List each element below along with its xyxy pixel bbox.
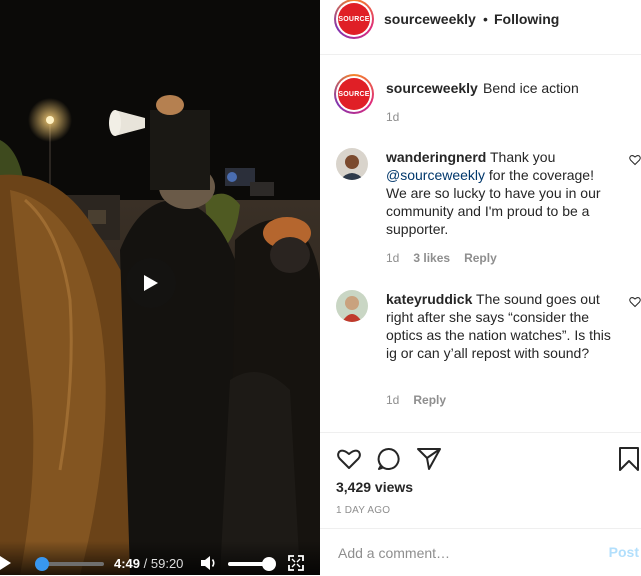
- video-progress-bar[interactable]: [34, 557, 104, 571]
- caption-username[interactable]: sourceweekly: [386, 80, 478, 96]
- avatar-logo: SOURCE: [338, 3, 370, 35]
- mention-link[interactable]: @sourceweekly: [386, 167, 485, 183]
- caption-age[interactable]: 1d: [386, 110, 399, 124]
- post-actions: 3,429 views 1 DAY AGO: [320, 432, 641, 528]
- caption-avatar[interactable]: SOURCE: [334, 74, 374, 114]
- commenter-avatar[interactable]: [336, 290, 368, 322]
- comment-username[interactable]: wanderingnerd: [386, 149, 486, 165]
- post-header: SOURCE sourceweekly • Following: [320, 0, 641, 55]
- comment-meta: 1d Reply: [386, 393, 460, 407]
- reply-button[interactable]: Reply: [413, 393, 446, 407]
- comment-age[interactable]: 1d: [386, 393, 399, 407]
- heart-icon[interactable]: [336, 446, 362, 472]
- fullscreen-icon[interactable]: [288, 555, 304, 571]
- current-time: 4:49: [114, 556, 141, 571]
- post-comment-button[interactable]: Post: [609, 544, 639, 560]
- video-controls: 4:49 / 59:20: [0, 541, 320, 575]
- comment-text: wanderingnerd Thank you @sourceweekly fo…: [386, 148, 618, 238]
- video-player[interactable]: 4:49 / 59:20: [0, 0, 320, 575]
- comment-age[interactable]: 1d: [386, 251, 399, 265]
- comment-meta: 1d 3 likes Reply: [386, 251, 511, 265]
- comment-likes[interactable]: 3 likes: [413, 251, 450, 265]
- avatar-image: [336, 290, 368, 322]
- paper-plane-icon[interactable]: [416, 446, 442, 472]
- avatar[interactable]: SOURCE: [334, 0, 374, 39]
- caption-text: Bend ice action: [483, 80, 579, 96]
- heart-icon[interactable]: [629, 296, 641, 308]
- comment-input[interactable]: [336, 541, 580, 565]
- volume-knob[interactable]: [262, 557, 276, 571]
- comment-bubble-icon[interactable]: [376, 446, 402, 472]
- play-icon[interactable]: [0, 555, 12, 571]
- total-time: 59:20: [150, 556, 184, 571]
- comment-username[interactable]: kateyruddick: [386, 291, 472, 307]
- volume-icon[interactable]: [200, 555, 218, 571]
- video-play-button[interactable]: [126, 258, 176, 308]
- volume-slider[interactable]: [228, 557, 276, 571]
- post-panel: SOURCE sourceweekly • Following SOURCE s…: [320, 0, 641, 575]
- progress-scrubber[interactable]: [34, 557, 49, 571]
- comment-text: kateyruddick The sound goes out right af…: [386, 290, 618, 362]
- time-separator: /: [140, 556, 151, 571]
- comment-text-part: Thank you: [486, 149, 556, 165]
- post-timestamp: 1 DAY AGO: [336, 505, 391, 516]
- following-button[interactable]: Following: [494, 11, 559, 27]
- header-separator: •: [483, 11, 488, 27]
- play-icon: [144, 275, 158, 291]
- avatar-image: [336, 148, 368, 180]
- reply-button[interactable]: Reply: [464, 251, 497, 265]
- header-username[interactable]: sourceweekly: [384, 11, 476, 27]
- comment-composer: Post: [320, 528, 641, 576]
- bookmark-icon[interactable]: [616, 446, 641, 472]
- view-count[interactable]: 3,429 views: [336, 479, 413, 495]
- video-time: 4:49 / 59:20: [114, 556, 183, 571]
- commenter-avatar[interactable]: [336, 148, 368, 180]
- avatar-logo: SOURCE: [338, 78, 370, 110]
- heart-icon[interactable]: [629, 154, 641, 166]
